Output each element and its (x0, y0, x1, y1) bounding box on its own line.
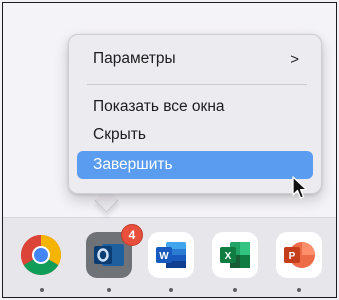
dock-context-menu: Параметры > Показать все окна Скрыть Зав… (68, 34, 322, 194)
menu-item-quit[interactable]: Завершить (77, 151, 313, 179)
menu-item-label: Скрыть (93, 126, 146, 143)
menu-item-parameters[interactable]: Параметры > (77, 45, 313, 73)
menu-item-label: Показать все окна (93, 98, 225, 115)
running-indicator (40, 288, 44, 292)
svg-text:P: P (289, 251, 296, 262)
running-indicator (233, 288, 237, 292)
menu-separator (87, 84, 307, 85)
excel-icon: X (220, 242, 250, 268)
running-indicator (169, 288, 173, 292)
chevron-right-icon: > (290, 51, 299, 68)
svg-text:W: W (159, 251, 169, 262)
dock-app-powerpoint[interactable]: P (276, 232, 322, 278)
svg-text:X: X (225, 251, 232, 262)
notification-badge: 4 (121, 224, 143, 246)
mouse-pointer-icon (292, 176, 308, 199)
chrome-icon (21, 235, 61, 275)
running-indicator (107, 288, 111, 292)
running-indicator (297, 288, 301, 292)
dock-app-chrome[interactable] (18, 232, 64, 278)
menu-item-label: Завершить (93, 156, 173, 173)
menu-item-hide[interactable]: Скрыть (77, 121, 313, 149)
powerpoint-icon: P (284, 242, 315, 268)
word-icon: W (156, 242, 186, 268)
dock-app-excel[interactable]: X (212, 232, 258, 278)
menu-item-label: Параметры (93, 50, 176, 67)
outlook-icon (94, 244, 124, 266)
dock-app-word[interactable]: W (148, 232, 194, 278)
menu-item-show-all-windows[interactable]: Показать все окна (77, 93, 313, 121)
